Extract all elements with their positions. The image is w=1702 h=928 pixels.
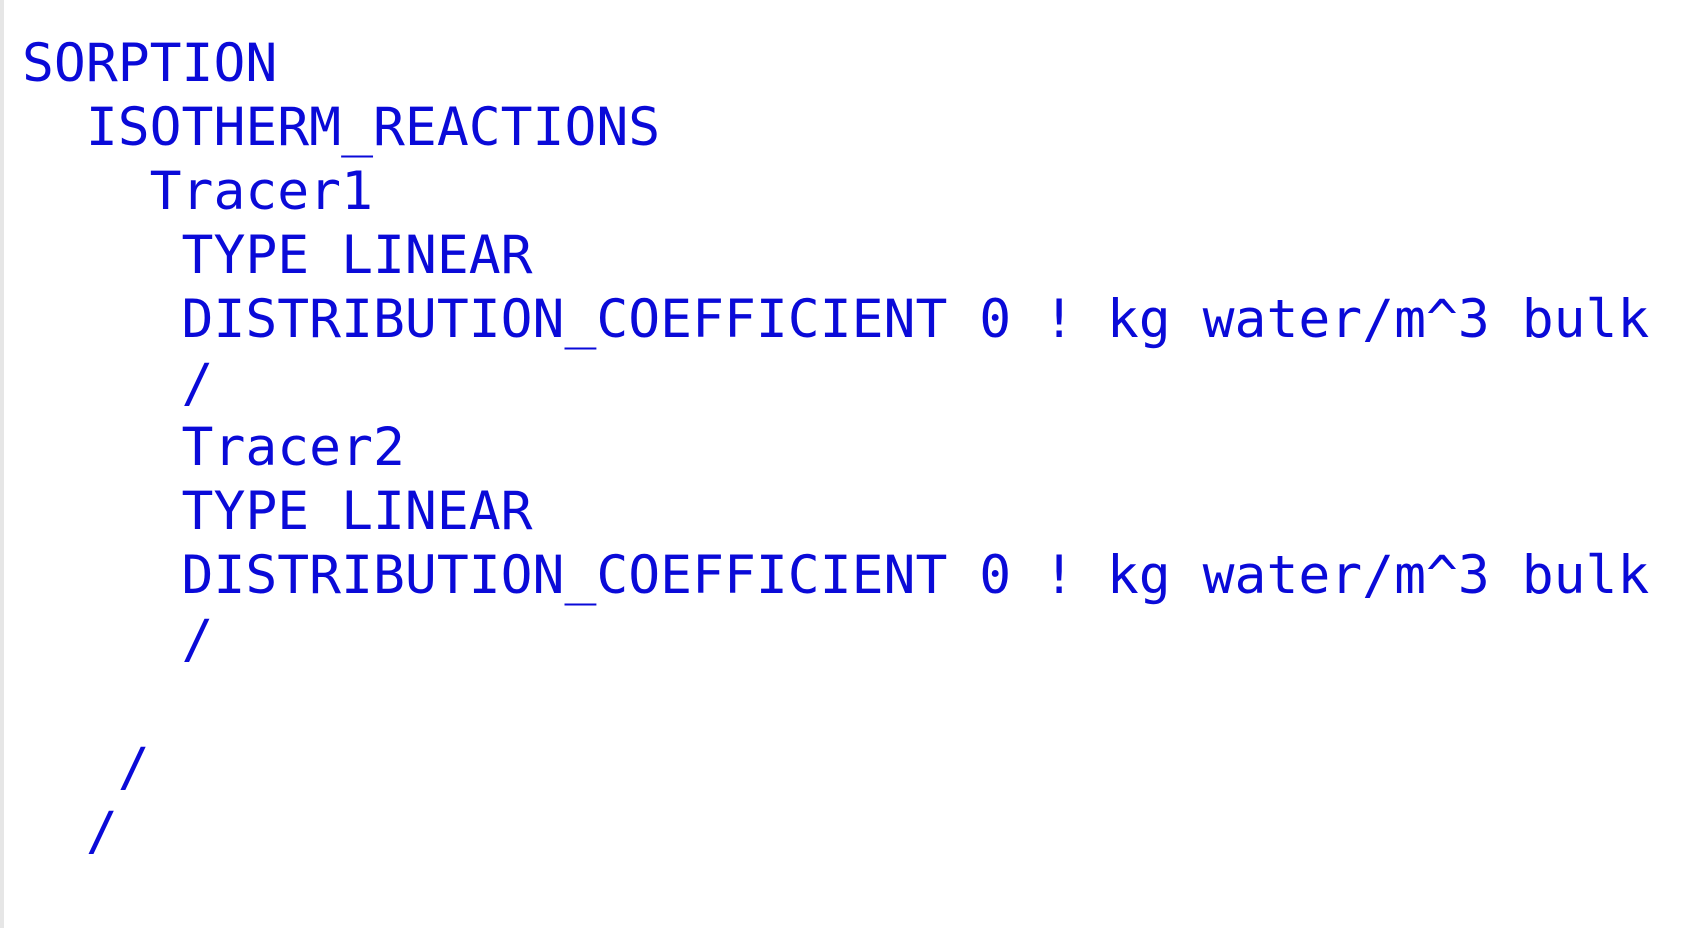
code-line-1: SORPTION [22,33,278,94]
code-line-6: / [22,353,214,414]
code-line-10: / [22,609,214,670]
code-line-12: / [22,737,150,798]
code-editor[interactable]: SORPTION ISOTHERM_REACTIONS Tracer1 TYPE… [0,0,1702,928]
code-line-3: Tracer1 [22,161,373,222]
code-line-2: ISOTHERM_REACTIONS [22,97,661,158]
code-block: SORPTION ISOTHERM_REACTIONS Tracer1 TYPE… [4,0,1702,928]
code-line-13: / [22,801,118,862]
code-line-8: TYPE LINEAR [22,481,533,542]
code-line-5: DISTRIBUTION_COEFFICIENT 0 ! kg water/m^… [22,289,1650,350]
code-line-9: DISTRIBUTION_COEFFICIENT 0 ! kg water/m^… [22,545,1650,606]
code-line-7: Tracer2 [22,417,405,478]
code-line-4: TYPE LINEAR [22,225,533,286]
